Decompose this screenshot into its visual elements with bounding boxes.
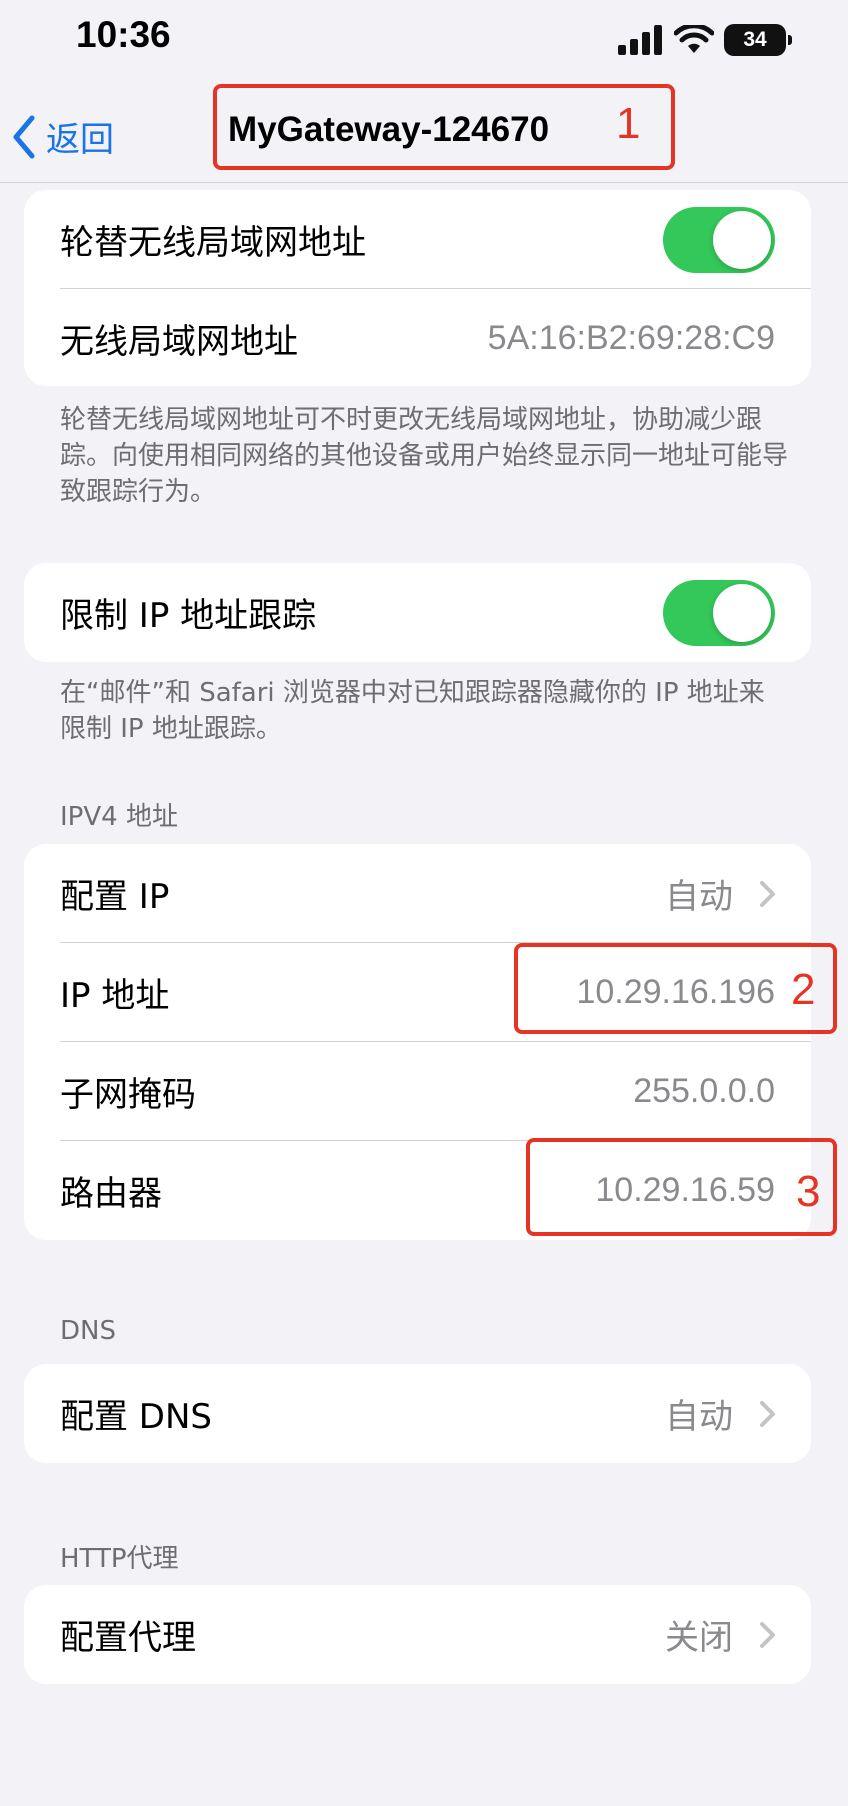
configure-proxy-row[interactable]: 配置代理 关闭 [24,1585,811,1684]
rotate-wifi-address-row: 轮替无线局域网地址 [24,190,811,289]
subnet-mask-row: 子网掩码 255.0.0.0 [24,1042,811,1141]
limit-ip-tracking-card: 限制 IP 地址跟踪 [24,563,811,662]
configure-dns-row[interactable]: 配置 DNS 自动 [24,1364,811,1463]
wifi-address-label: 无线局域网地址 [60,322,298,362]
router-label: 路由器 [60,1174,162,1214]
back-button[interactable]: 返回 [8,112,114,161]
annotation-box-2 [514,943,837,1034]
status-icons: 34 [618,20,792,60]
ip-address-label: IP 地址 [60,976,170,1016]
http-proxy-card: 配置代理 关闭 [24,1585,811,1684]
wifi-address-note: 轮替无线局域网地址可不时更改无线局域网地址，协助减少跟踪。向使用相同网络的其他设… [60,405,789,507]
configure-ip-value: 自动 [665,878,733,916]
ipv4-section-header: IPV4 地址 [60,802,178,832]
dns-section-header: DNS [60,1316,116,1346]
cellular-signal-icon [618,25,662,55]
toggle-knob [713,583,771,642]
rotate-wifi-address-label: 轮替无线局域网地址 [60,223,366,263]
annotation-number-3: 3 [796,1167,821,1216]
http-proxy-section-header: HTTP代理 [60,1544,179,1574]
wifi-address-card: 轮替无线局域网地址 无线局域网地址 5A:16:B2:69:28:C9 [24,190,811,386]
dns-card: 配置 DNS 自动 [24,1364,811,1463]
subnet-mask-value: 255.0.0.0 [633,1072,775,1110]
annotation-box-3 [526,1138,837,1236]
wifi-address-value: 5A:16:B2:69:28:C9 [487,319,775,357]
chevron-right-icon [760,881,775,907]
subnet-mask-label: 子网掩码 [60,1075,196,1115]
configure-dns-label: 配置 DNS [60,1397,213,1437]
rotate-wifi-address-toggle[interactable] [663,206,775,273]
limit-ip-tracking-note: 在“邮件”和 Safari 浏览器中对已知跟踪器隐藏你的 IP 地址来限制 IP… [60,678,765,744]
configure-dns-value: 自动 [665,1398,733,1436]
battery-icon: 34 [724,24,792,56]
chevron-left-icon [13,115,35,158]
configure-proxy-label: 配置代理 [60,1618,196,1658]
limit-ip-tracking-row: 限制 IP 地址跟踪 [24,563,811,662]
status-time: 10:36 [76,14,171,55]
limit-ip-tracking-label: 限制 IP 地址跟踪 [60,596,317,636]
annotation-number-2: 2 [791,965,816,1014]
wifi-address-row: 无线局域网地址 5A:16:B2:69:28:C9 [24,289,811,386]
back-label: 返回 [46,120,114,160]
chevron-right-icon [760,1622,775,1648]
chevron-right-icon [760,1401,775,1427]
configure-ip-label: 配置 IP [60,877,170,917]
annotation-number-1: 1 [616,99,641,148]
wifi-icon [674,25,714,53]
configure-proxy-value: 关闭 [665,1619,733,1657]
toggle-knob [713,210,771,269]
configure-ip-row[interactable]: 配置 IP 自动 [24,844,811,943]
limit-ip-tracking-toggle[interactable] [663,579,775,646]
annotation-box-1 [213,84,675,170]
